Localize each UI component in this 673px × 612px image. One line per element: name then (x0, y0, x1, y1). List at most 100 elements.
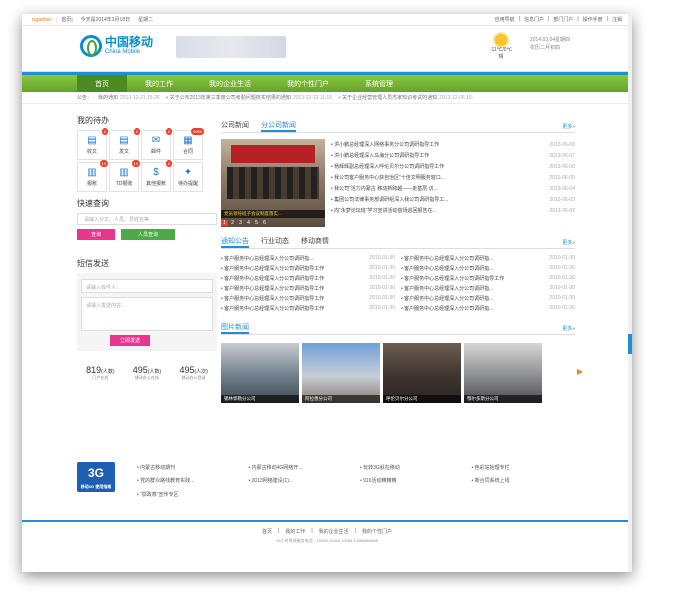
picture-item[interactable]: 鄂尔多斯分公司 (464, 343, 542, 403)
sms-body-input[interactable]: 请输入发送内容... (81, 297, 213, 331)
pager-5[interactable]: 5 (253, 220, 260, 226)
logout-link[interactable]: 注销 (612, 16, 622, 23)
send-sms-button[interactable]: 立即发送 (110, 335, 150, 346)
picture-item[interactable]: 阿拉善分公司 (302, 343, 380, 403)
link-item[interactable]: • 玩转3G就在移动 (360, 464, 466, 475)
todo-other-reimburse[interactable]: 0 $ 其他报账 (141, 160, 172, 192)
nav-item-system-admin[interactable]: 系统管理 (347, 75, 411, 92)
list-item[interactable]: • 客户服务中心总经理深入分公司调研指导工作 2010-01-30 (221, 263, 395, 273)
link-item[interactable]: • 2013网络建设(1)... (249, 477, 355, 488)
top-link-info-portal[interactable]: 信息门户 (524, 16, 544, 23)
link-item[interactable]: • 内蒙古移动4G网络开... (249, 464, 355, 475)
pager-6[interactable]: 6 (261, 220, 268, 226)
tab-notices[interactable]: 通知公告 (221, 235, 249, 248)
news-more-link[interactable]: 更多» (562, 123, 575, 130)
notice-item[interactable]: » 关于企业经营管理人员杰家知识考试的通知 2013-12-06 15: (338, 94, 473, 101)
notice-item[interactable]: » 关于公布2013年第三季度公司考勤问题核实结果的通知 2013-12-23 1… (166, 94, 332, 101)
home-link[interactable]: 首页| (61, 16, 72, 23)
document-icon: ▥ (87, 167, 97, 178)
photo-banner (231, 145, 315, 163)
scrollbar-thumb[interactable] (628, 334, 632, 354)
link-item[interactable]: • 色彩站始理专栏 (472, 464, 578, 475)
quick-search-input[interactable]: 请输入分文、人员、员姓名等 (77, 213, 217, 225)
list-item[interactable]: • 客户服务中心总经理深入分公司调研指... 2010-01-30 (401, 303, 575, 313)
picture-item[interactable]: 锡林郭勒分公司 (221, 343, 299, 403)
tab-industry[interactable]: 行业动态 (261, 235, 289, 248)
bottom-links: 3G 移动3G 使用指南 • 内蒙古移动期刊 • 内蒙古移动4G网络开... • … (77, 462, 577, 502)
link-item[interactable]: • 党的群众路线教育实践... (137, 477, 243, 488)
list-item[interactable]: • 客户服务中心总经理深入分公司调研指... 2010-01-30 (401, 263, 575, 273)
top-link-manual[interactable]: 操作手册 (583, 16, 603, 23)
query-button[interactable]: 查询 (77, 229, 115, 240)
news-photo-carousel[interactable]: 党员领导班子会议制度落实... 1 2 3 4 5 6 (221, 139, 325, 227)
top-link-dept-portal[interactable]: 部门门户 (553, 16, 573, 23)
footer-link-personal-portal[interactable]: 我的个性门户 (362, 528, 392, 535)
sms-recipient-input[interactable]: 请输入收件人： (81, 279, 213, 293)
list-item[interactable]: • 洪小鹏总经理深入乌海分公司调研指导工作 2013-06-07 (331, 150, 575, 161)
list-item[interactable]: • 客户服务中心总经理深入分公司调研指导工作 2010-01-30 (221, 293, 395, 303)
chevron-right-icon[interactable]: ▶ (577, 367, 583, 376)
list-item[interactable]: • 客户服务中心总经理深入分公司调研指导工作 2010-01-30 (221, 303, 395, 313)
stat-mobile-login: 495(人次) 移动办公登录 (179, 365, 208, 380)
list-item[interactable]: • 客户服务中心总经理深入分公司调研指... 2010-01-30 (221, 253, 395, 263)
notice-more-link[interactable]: 更多» (562, 239, 575, 246)
nav-item-enterprise-life[interactable]: 我的企业生活 (191, 75, 269, 92)
pictures-more-link[interactable]: 更多» (562, 325, 575, 332)
outbox-icon: ▤ (119, 135, 129, 146)
tab-branch-news[interactable]: 分公司新闻 (261, 119, 296, 132)
footer-link-my-work[interactable]: 我的工作 (285, 528, 305, 535)
link-item[interactable]: • 916活动精精精 (360, 477, 466, 488)
list-item[interactable]: • 客户服务中心总经理深入分公司调研指导工作 2010-01-30 (221, 283, 395, 293)
todo-reimburse[interactable]: 10 ▥ 报账 (77, 160, 108, 192)
notice-item[interactable]: 我的通知 2013-12-31 15:26 (98, 94, 160, 101)
list-item[interactable]: • 客户服务中心总经理深入分公司调研指导工作 2010-01-30 (401, 273, 575, 283)
link-item[interactable]: • 新合同系统上线 (472, 477, 578, 488)
china-mobile-logo[interactable]: 中国移动 China Mobile (80, 35, 153, 57)
footer-link-home[interactable]: 首页 (262, 528, 272, 535)
pager-1[interactable]: 1 (221, 219, 228, 226)
list-item[interactable]: • 集团公司法律事务部调研组深入我公司调研指导工... 2013-06-03 (331, 194, 575, 205)
list-item[interactable]: • 杨辉辉副总经理深入呼伦贝尔分公司调研指导工作 2013-06-06 (331, 161, 575, 172)
list-item[interactable]: • 我公司客户服务中心获自治区“十佳文明服务窗口... 2013-06-05 (331, 172, 575, 183)
list-item[interactable]: • 我公司“活力内蒙古 移动新跨越——走基层 访... 2013-06-04 (331, 183, 575, 194)
todo-outgoing-doc[interactable]: 0 ▤ 发文 (109, 128, 140, 160)
contract-icon: ▦ (183, 135, 193, 146)
nav-item-home[interactable]: 首页 (77, 75, 127, 92)
news-tabs: 公司新闻 分公司新闻 更多» (221, 119, 575, 133)
header: 中国移动 China Mobile -11℃/0℃ 晴 2014.03.04星期… (22, 26, 632, 72)
list-item[interactable]: • 向“永梦论坛班”学习宣讲活动首场巡回报告在... 2013-06-02 (331, 205, 575, 216)
top-link-app-nav[interactable]: 应用导航 (495, 16, 515, 23)
todo-reminder[interactable]: ✦ 待办提醒 (173, 162, 203, 192)
pager-3[interactable]: 3 (237, 220, 244, 226)
list-item[interactable]: • 客户服务中心总经理深入分公司调研指... 2010-01-30 (401, 293, 575, 303)
picture-news-tabs: 图片新闻 更多» (221, 321, 575, 335)
todo-incoming-doc[interactable]: 0 ▤ 收文 (77, 128, 108, 160)
link-item[interactable]: • “鄂政哆”宣传专区 (137, 491, 243, 502)
list-item[interactable]: • 客户服务中心总经理深入分公司调研指... 2010-01-30 (401, 253, 575, 263)
todo-title: 我的待办 (77, 116, 109, 125)
list-item[interactable]: • 客户服务中心总经理深入分公司调研指导工作 2010-01-30 (221, 273, 395, 283)
username[interactable]: wgadmin (32, 17, 52, 23)
scrollbar[interactable] (628, 14, 632, 572)
list-item[interactable]: • 客户服务中心总经理深入分公司调研指... 2010-01-30 (401, 283, 575, 293)
footer-link-enterprise-life[interactable]: 我的企业生活 (319, 528, 349, 535)
tab-mobile-business[interactable]: 移动商情 (301, 235, 329, 248)
nav-item-my-work[interactable]: 我的工作 (127, 75, 191, 92)
picture-item[interactable]: 呼伦贝尔分公司 (383, 343, 461, 403)
pager-4[interactable]: 4 (245, 220, 252, 226)
inbox-icon: ▤ (87, 135, 97, 146)
list-item[interactable]: • 洪小鹏总经理深入网络事务分公司调研指导工作 2013-06-08 (331, 139, 575, 150)
link-item[interactable]: • 内蒙古移动期刊 (137, 464, 243, 475)
blurred-banner (176, 36, 286, 58)
people-query-button[interactable]: 人员查询 (121, 229, 175, 240)
sms-panel: 请输入收件人： 请输入发送内容... 立即发送 (77, 273, 217, 351)
pager-2[interactable]: 2 (229, 220, 236, 226)
stat-portal-online: 819(人数) 门户在线 (86, 365, 115, 380)
nav-item-personal-portal[interactable]: 我的个性门户 (269, 75, 347, 92)
3g-logo[interactable]: 3G 移动3G 使用指南 (77, 462, 115, 492)
todo-td-reimburse[interactable]: 10 ▥ TD报账 (109, 160, 140, 192)
tab-picture-news[interactable]: 图片新闻 (221, 321, 249, 334)
tab-company-news[interactable]: 公司新闻 (221, 119, 249, 132)
todo-mail[interactable]: 0 ✉ 邮件 (141, 128, 172, 160)
todo-contract[interactable]: 9999 ▦ 合同 (173, 128, 204, 160)
